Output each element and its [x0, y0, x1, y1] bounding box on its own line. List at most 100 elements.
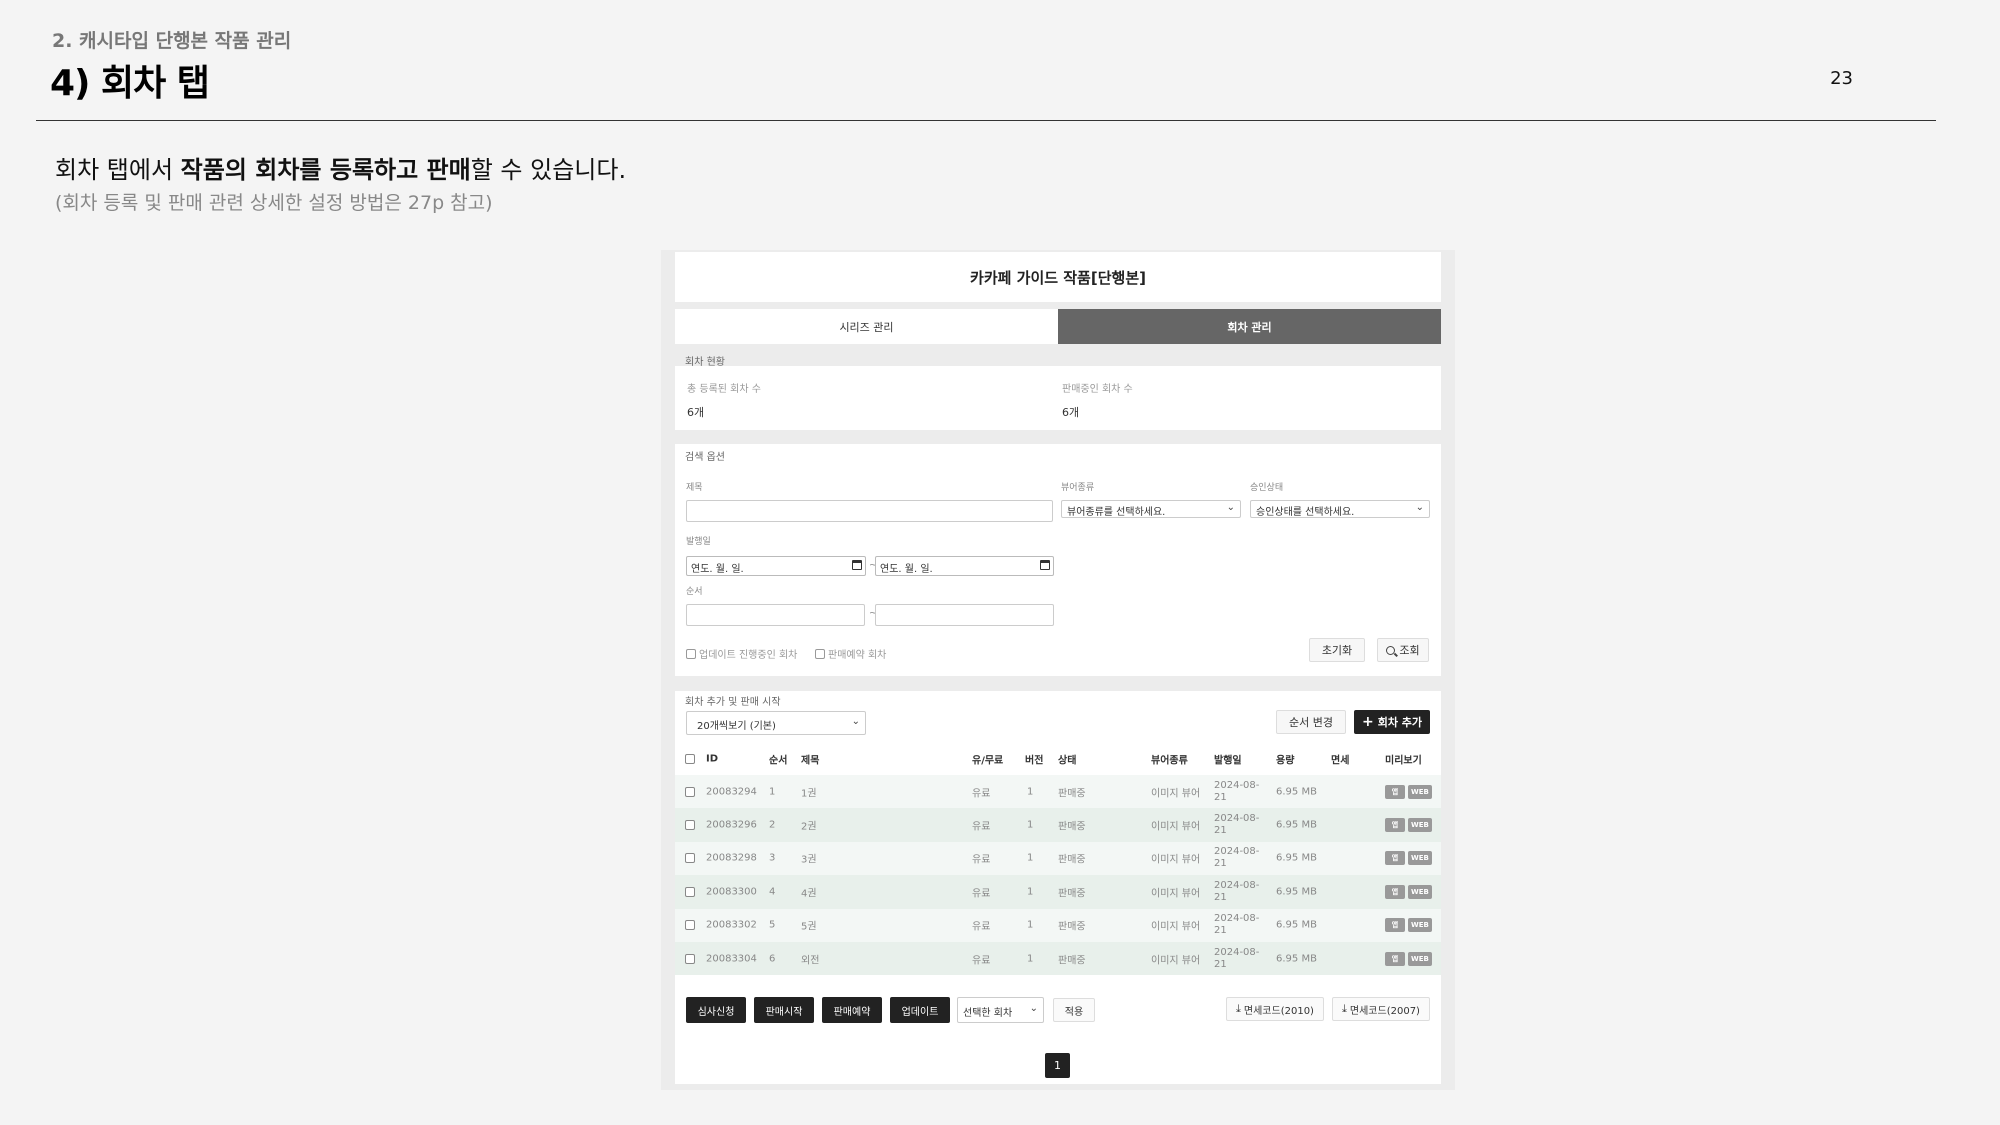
col-version: 버전	[1025, 755, 1044, 767]
row-size: 6.95 MB	[1276, 786, 1317, 798]
preview-web-button[interactable]: WEB	[1408, 951, 1432, 966]
row-state: 판매중	[1058, 821, 1086, 833]
select-all-checkbox[interactable]	[685, 754, 695, 764]
row-checkbox[interactable]	[685, 886, 695, 897]
work-title-card: 카카페 가이드 작품[단행본]	[675, 252, 1441, 302]
app-screenshot-panel: 카카페 가이드 작품[단행본] 시리즈 관리 회차 관리 회차 현황 총 등록된…	[661, 250, 1455, 1090]
preview-app-button[interactable]: 앱	[1385, 851, 1405, 866]
row-state: 판매중	[1058, 921, 1086, 933]
checkbox-icon[interactable]	[686, 648, 696, 659]
tax-code-2007-button[interactable]: ⤓ 면세코드(2007)	[1332, 997, 1430, 1021]
tab-episode-manage[interactable]: 회차 관리	[1058, 309, 1441, 344]
preview-app-button[interactable]: 앱	[1385, 918, 1405, 933]
col-tax: 면세	[1331, 755, 1350, 767]
updating-episodes-checkbox[interactable]: 업데이트 진행중인 회차	[686, 646, 797, 661]
row-order: 1	[769, 786, 776, 798]
preview-app-button[interactable]: 앱	[1385, 818, 1405, 833]
tab-series-manage[interactable]: 시리즈 관리	[675, 309, 1058, 344]
row-date: 2024-08- 21	[1214, 880, 1259, 904]
review-request-button[interactable]: 심사신청	[686, 997, 746, 1023]
row-title: 4권	[801, 888, 817, 900]
apply-target-select[interactable]: 선택한 회차 ⌄	[957, 997, 1044, 1023]
date-to-input[interactable]: 연도. 월. 일.	[875, 556, 1054, 576]
col-status: 상태	[1058, 755, 1077, 767]
calendar-icon[interactable]	[1040, 560, 1050, 570]
row-date-top: 2024-08-	[1214, 846, 1260, 858]
viewer-type-label: 뷰어종류	[1061, 483, 1095, 493]
row-state: 판매중	[1058, 854, 1086, 866]
row-viewer: 이미지 뷰어	[1151, 955, 1201, 967]
order-to-input[interactable]	[875, 604, 1054, 626]
row-date-top: 2024-08-	[1214, 946, 1260, 958]
col-date: 발행일	[1214, 755, 1242, 767]
checkbox-icon[interactable]	[815, 648, 825, 659]
row-price: 유료	[972, 854, 991, 866]
preview-app-button[interactable]: 앱	[1385, 951, 1405, 966]
row-order: 3	[769, 852, 776, 864]
update-button[interactable]: 업데이트	[890, 997, 950, 1023]
reserved-episodes-checkbox[interactable]: 판매예약 회차	[815, 646, 886, 661]
status-card: 총 등록된 회차 수 6개 판매중인 회차 수 6개	[675, 366, 1441, 430]
row-id: 20083298	[706, 852, 757, 864]
row-preview: 앱 WEB	[1385, 884, 1432, 899]
pagination-current-page[interactable]: 1	[1045, 1053, 1070, 1078]
row-version: 1	[1027, 786, 1034, 798]
search-button[interactable]: 조회	[1377, 638, 1429, 662]
preview-web-button[interactable]: WEB	[1408, 918, 1432, 933]
row-state: 판매중	[1058, 955, 1086, 967]
approval-status-select[interactable]: 승인상태를 선택하세요. ⌄	[1250, 500, 1430, 518]
table-row: 20083298 3 3권 유료 1 판매중 이미지 뷰어 2024-08- 21…	[675, 841, 1441, 876]
approval-status-value: 승인상태를 선택하세요.	[1256, 507, 1355, 518]
apply-button[interactable]: 적용	[1053, 998, 1095, 1022]
row-title: 1권	[801, 788, 817, 800]
chevron-down-icon: ⌄	[1029, 1003, 1038, 1014]
row-preview: 앱 WEB	[1385, 818, 1432, 833]
table-row: 20083304 6 외전 유료 1 판매중 이미지 뷰어 2024-08- 21…	[675, 941, 1441, 976]
row-date-top: 2024-08-	[1214, 813, 1260, 825]
search-button-label: 조회	[1399, 644, 1420, 657]
title-input[interactable]	[686, 500, 1053, 522]
row-id: 20083302	[706, 919, 757, 931]
preview-app-button[interactable]: 앱	[1385, 784, 1405, 799]
search-card: 검색 옵션 제목 뷰어종류 뷰어종류를 선택하세요. ⌄ 승인상태 승인상태를 …	[675, 444, 1441, 676]
row-checkbox[interactable]	[685, 920, 695, 931]
reset-button[interactable]: 초기화	[1309, 638, 1365, 662]
preview-web-button[interactable]: WEB	[1408, 851, 1432, 866]
row-viewer: 이미지 뷰어	[1151, 921, 1201, 933]
row-size: 6.95 MB	[1276, 919, 1317, 931]
calendar-icon[interactable]	[852, 560, 862, 570]
preview-web-button[interactable]: WEB	[1408, 884, 1432, 899]
row-date: 2024-08- 21	[1214, 813, 1259, 837]
reorder-button[interactable]: 순서 변경	[1276, 710, 1346, 734]
page-size-select[interactable]: 20개씩보기 (기본) ⌄	[686, 711, 866, 735]
row-size: 6.95 MB	[1276, 886, 1317, 898]
row-preview: 앱 WEB	[1385, 851, 1432, 866]
tax-code-2010-button[interactable]: ⤓ 면세코드(2010)	[1226, 997, 1324, 1021]
row-price: 유료	[972, 821, 991, 833]
order-from-input[interactable]	[686, 604, 865, 626]
date-from-input[interactable]: 연도. 월. 일.	[686, 556, 866, 576]
row-date: 2024-08- 21	[1214, 846, 1259, 870]
row-date-top: 2024-08-	[1214, 779, 1260, 791]
start-sale-button[interactable]: 판매시작	[754, 997, 814, 1023]
viewer-type-select[interactable]: 뷰어종류를 선택하세요. ⌄	[1061, 500, 1241, 518]
row-checkbox[interactable]	[685, 853, 695, 864]
preview-app-button[interactable]: 앱	[1385, 884, 1405, 899]
row-id: 20083304	[706, 953, 757, 965]
title-label: 제목	[686, 483, 703, 493]
row-date-bottom: 21	[1214, 791, 1227, 803]
row-checkbox[interactable]	[685, 820, 695, 831]
chevron-down-icon: ⌄	[1415, 502, 1424, 513]
row-checkbox[interactable]	[685, 786, 695, 797]
preview-web-button[interactable]: WEB	[1408, 784, 1432, 799]
col-preview: 미리보기	[1385, 755, 1422, 767]
row-date: 2024-08- 21	[1214, 913, 1259, 937]
list-card: 회차 추가 및 판매 시작 20개씩보기 (기본) ⌄ 순서 변경 + 회차 추…	[675, 691, 1441, 1084]
row-checkbox[interactable]	[685, 953, 695, 964]
row-order: 2	[769, 819, 776, 831]
preview-web-button[interactable]: WEB	[1408, 818, 1432, 833]
add-episode-label: 회차 추가	[1377, 716, 1423, 729]
add-episode-button[interactable]: + 회차 추가	[1354, 710, 1430, 734]
reserve-sale-button[interactable]: 판매예약	[822, 997, 882, 1023]
row-order: 6	[769, 953, 776, 965]
